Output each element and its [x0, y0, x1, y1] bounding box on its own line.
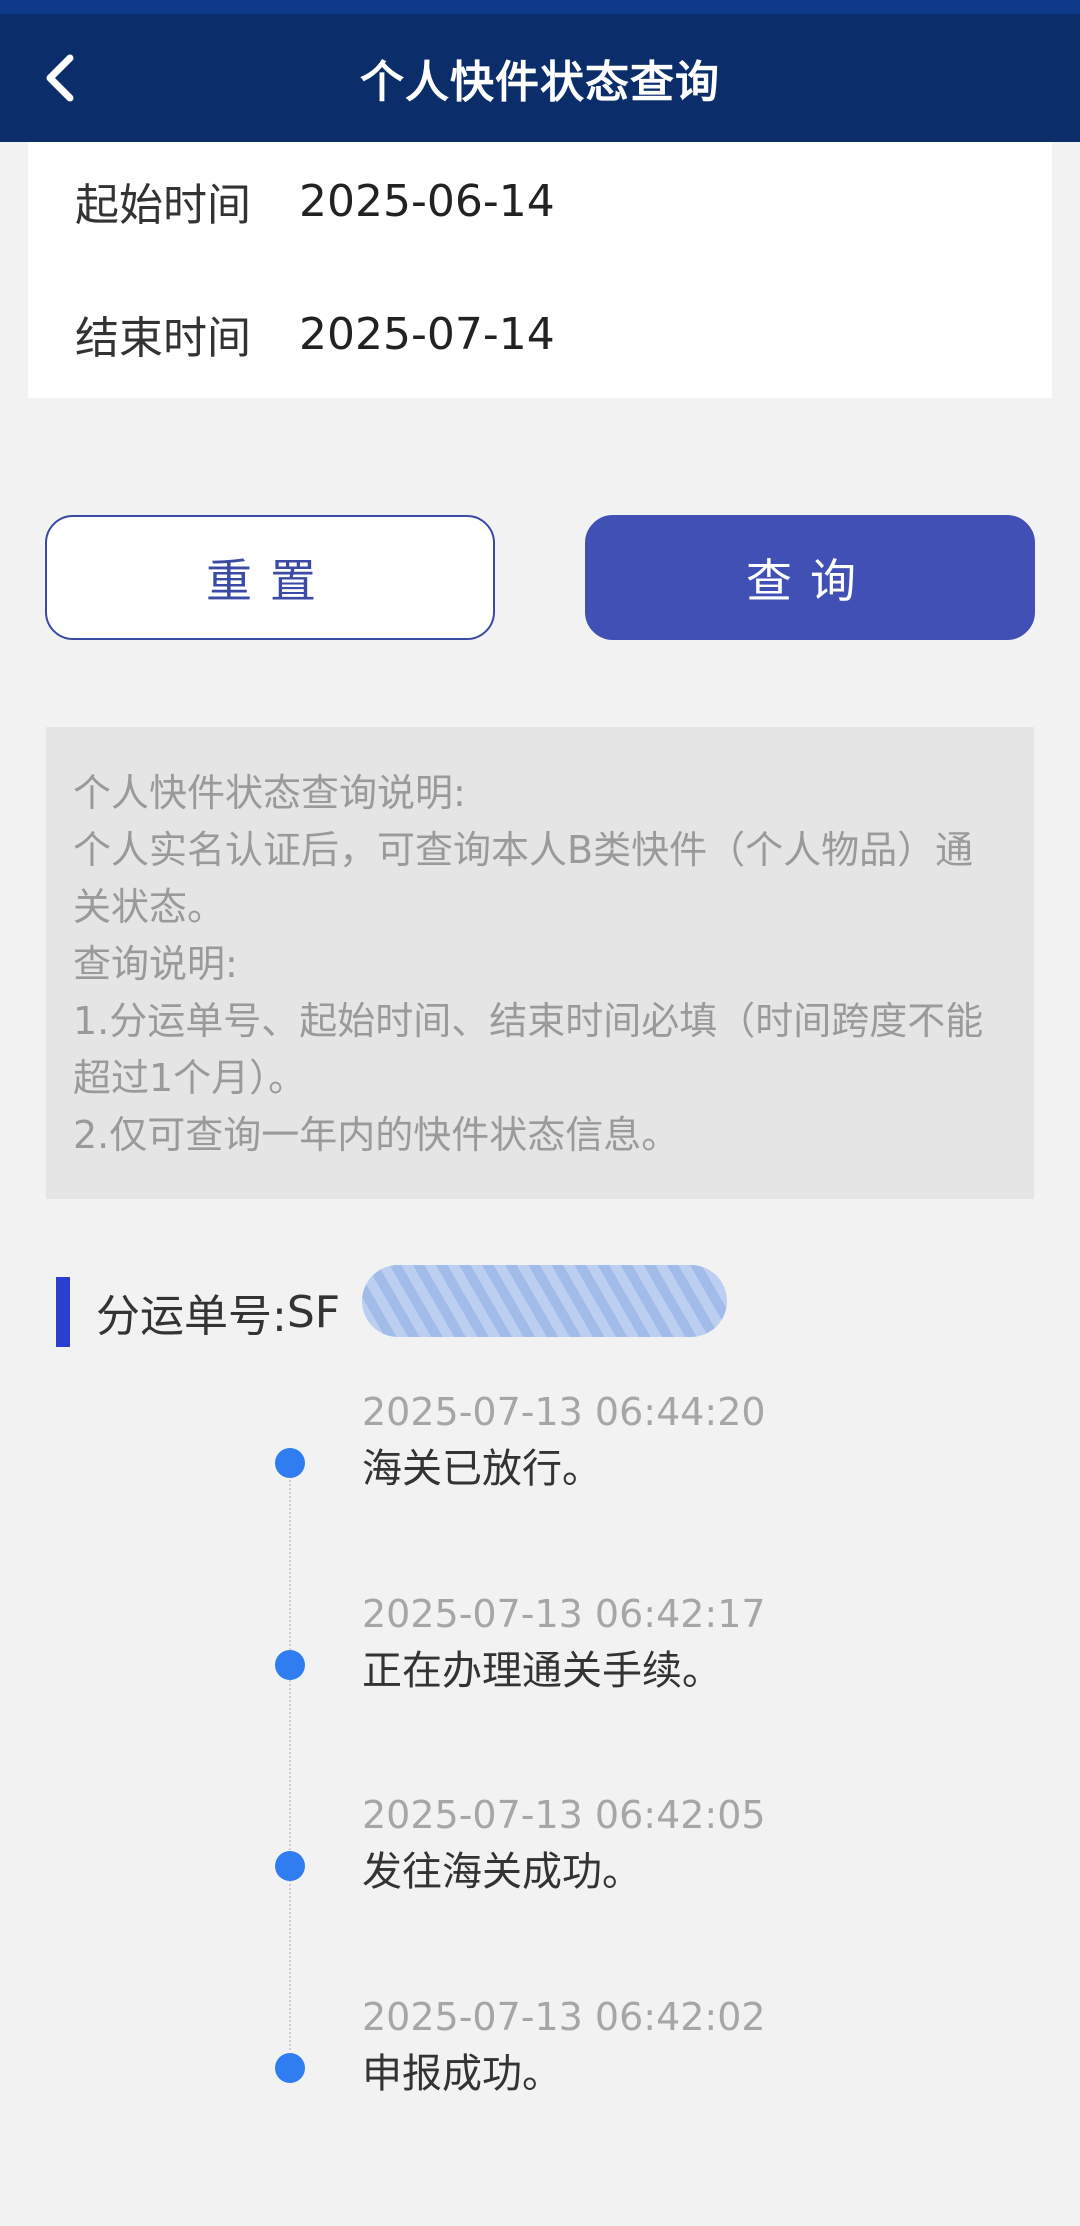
date-range-card: 起始时间 2025-06-14 结束时间 2025-07-14: [28, 142, 1052, 398]
timeline-dot: [275, 1448, 305, 1478]
timeline-text: 正在办理通关手续。: [362, 1648, 722, 1694]
waybill-number: SF: [286, 1286, 341, 1338]
timeline-item: 2025-07-13 06:42:05 发往海关成功。: [0, 1793, 1080, 1913]
timeline-text: 海关已放行。: [362, 1446, 602, 1492]
section-accent-bar: [56, 1277, 70, 1347]
timeline-item: 2025-07-13 06:44:20 海关已放行。: [0, 1390, 1080, 1510]
timeline-dot: [275, 1650, 305, 1680]
timeline-time: 2025-07-13 06:42:02: [362, 1995, 766, 2039]
query-notice: 个人快件状态查询说明: 个人实名认证后，可查询本人B类快件（个人物品）通关状态。…: [46, 727, 1034, 1199]
timeline-text: 申报成功。: [362, 2051, 562, 2097]
timeline-time: 2025-07-13 06:42:05: [362, 1793, 766, 1837]
page-title: 个人快件状态查询: [360, 57, 720, 108]
timeline-dot: [275, 1851, 305, 1881]
end-date-label: 结束时间: [75, 313, 251, 364]
timeline-item: 2025-07-13 06:42:02 申报成功。: [0, 1995, 1080, 2115]
start-date-row[interactable]: 起始时间 2025-06-14: [75, 171, 555, 232]
notice-line: 1.分运单号、起始时间、结束时间必填（时间跨度不能超过1个月）。: [73, 999, 984, 1100]
back-button[interactable]: [30, 48, 90, 108]
notice-line: 个人快件状态查询说明:: [73, 771, 466, 815]
notice-line: 查询说明:: [73, 942, 238, 986]
query-button[interactable]: 查询: [585, 515, 1035, 640]
waybill-label: 分运单号:: [96, 1291, 287, 1342]
reset-button[interactable]: 重置: [45, 515, 495, 640]
redaction-scribble: [362, 1265, 727, 1337]
timeline-item: 2025-07-13 06:42:17 正在办理通关手续。: [0, 1592, 1080, 1712]
timeline-text: 发往海关成功。: [362, 1849, 642, 1895]
timeline-time: 2025-07-13 06:42:17: [362, 1592, 766, 1636]
start-date-label: 起始时间: [75, 180, 251, 231]
waybill-header: 分运单号: SF: [56, 1277, 340, 1347]
start-date-value[interactable]: 2025-06-14: [299, 176, 555, 227]
timeline-line: [289, 1460, 291, 2050]
notice-line: 个人实名认证后，可查询本人B类快件（个人物品）通关状态。: [73, 828, 974, 929]
timeline-dot: [275, 2053, 305, 2083]
timeline-time: 2025-07-13 06:44:20: [362, 1390, 766, 1434]
chevron-left-icon: [46, 54, 74, 102]
status-timeline: 2025-07-13 06:44:20 海关已放行。 2025-07-13 06…: [0, 1380, 1080, 2100]
notice-line: 2.仅可查询一年内的快件状态信息。: [73, 1113, 680, 1157]
end-date-value[interactable]: 2025-07-14: [299, 309, 555, 360]
app-header: 个人快件状态查询: [0, 14, 1080, 142]
end-date-row[interactable]: 结束时间 2025-07-14: [75, 304, 555, 365]
status-strip: [0, 0, 1080, 14]
